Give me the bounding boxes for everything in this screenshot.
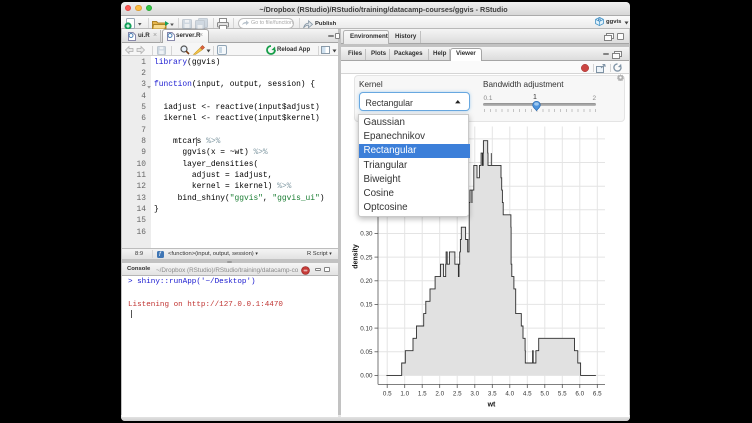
svg-text:3.0: 3.0 xyxy=(470,391,479,398)
svg-text:6.5: 6.5 xyxy=(593,391,602,398)
svg-text:5.5: 5.5 xyxy=(558,391,567,398)
svg-text:4.0: 4.0 xyxy=(505,391,514,398)
svg-text:density: density xyxy=(353,244,360,269)
svg-text:0.20: 0.20 xyxy=(360,278,373,285)
svg-text:0.30: 0.30 xyxy=(360,231,373,238)
svg-text:0.10: 0.10 xyxy=(360,325,373,332)
svg-text:wt: wt xyxy=(487,402,496,409)
svg-text:3.5: 3.5 xyxy=(488,391,497,398)
svg-text:2.5: 2.5 xyxy=(453,391,462,398)
svg-text:0.15: 0.15 xyxy=(360,302,373,309)
svg-text:R: R xyxy=(598,17,601,22)
svg-text:4.5: 4.5 xyxy=(523,391,532,398)
svg-text:1.5: 1.5 xyxy=(418,391,427,398)
svg-text:0.00: 0.00 xyxy=(360,373,373,380)
svg-text:0.05: 0.05 xyxy=(360,349,373,356)
svg-text:2.0: 2.0 xyxy=(435,391,444,398)
svg-text:6.0: 6.0 xyxy=(575,391,584,398)
svg-text:0.5: 0.5 xyxy=(383,391,392,398)
svg-text:0.25: 0.25 xyxy=(360,254,373,261)
svg-text:1.0: 1.0 xyxy=(400,391,409,398)
svg-text:5.0: 5.0 xyxy=(540,391,549,398)
